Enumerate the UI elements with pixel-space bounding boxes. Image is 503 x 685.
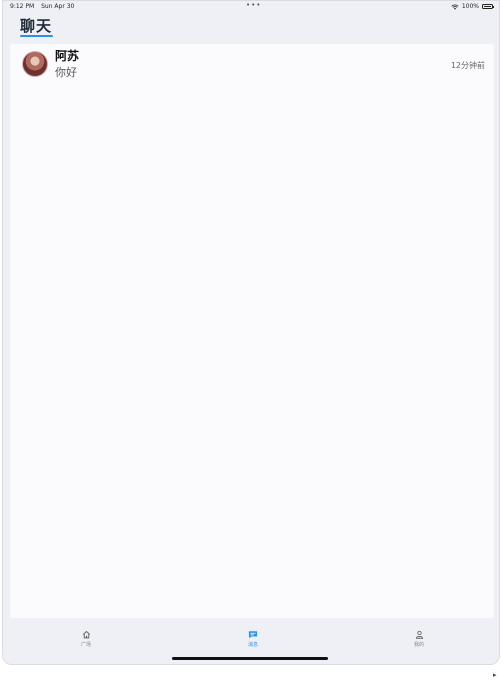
status-time: 9:12 PM xyxy=(10,3,35,10)
tab-plaza[interactable]: 广场 xyxy=(66,630,106,654)
tab-label: 我的 xyxy=(413,642,424,648)
status-date: Sun Apr 30 xyxy=(41,3,75,10)
status-bar: 9:12 PM Sun Apr 30 ••• 100% xyxy=(3,1,499,13)
multitask-dots-icon[interactable]: ••• xyxy=(246,1,261,9)
header: 聊天 xyxy=(3,13,499,43)
chat-time: 12分钟前 xyxy=(450,61,485,70)
chat-preview: 你好 xyxy=(55,66,77,79)
chat-list: 阿苏 你好 12分钟前 xyxy=(10,44,494,618)
tab-label: 消息 xyxy=(247,642,258,648)
chat-name: 阿苏 xyxy=(55,49,80,63)
status-left: 9:12 PM Sun Apr 30 xyxy=(10,3,79,10)
tab-label: 广场 xyxy=(80,642,91,648)
wifi-icon xyxy=(451,4,459,10)
device-frame: 9:12 PM Sun Apr 30 ••• 100% 聊天 阿苏 你好 12分… xyxy=(2,0,500,665)
title-underline xyxy=(20,35,53,37)
battery-icon xyxy=(482,4,494,9)
tab-profile[interactable]: 我的 xyxy=(399,630,439,654)
avatar[interactable] xyxy=(22,51,48,77)
status-right: 100% xyxy=(451,3,494,10)
chat-list-item[interactable]: 阿苏 你好 12分钟前 xyxy=(10,44,494,84)
message-icon xyxy=(248,631,258,639)
battery-percent: 100% xyxy=(461,3,479,10)
user-icon xyxy=(415,630,423,639)
home-icon xyxy=(82,631,90,639)
tab-messages[interactable]: 消息 xyxy=(233,630,273,654)
caret-right-icon: ▸ xyxy=(493,671,497,679)
page-title: 聊天 xyxy=(20,17,53,35)
home-indicator[interactable] xyxy=(172,657,328,660)
